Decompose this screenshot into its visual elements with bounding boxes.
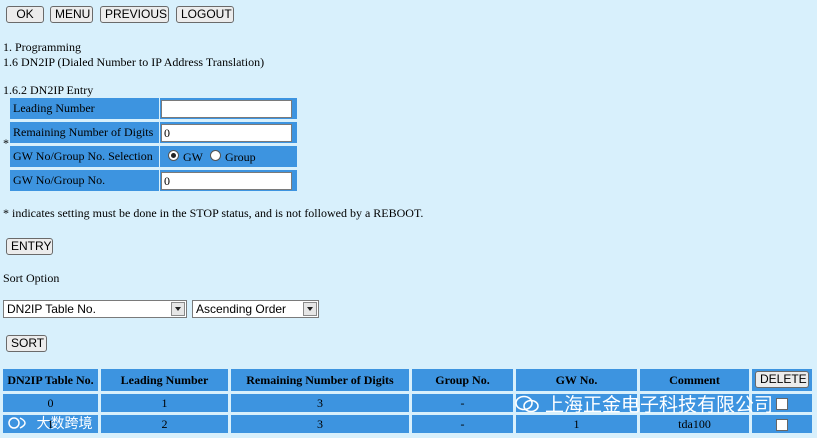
header-group-no: Group No. [412,369,513,391]
header-leading-number: Leading Number [101,369,228,391]
leading-number-input[interactable] [161,100,292,118]
brand-watermark: 大数跨境 [8,413,92,433]
delete-button[interactable]: DELETE [755,371,809,388]
sort-field-value: DN2IP Table No. [7,302,96,316]
header-gw-no: GW No. [516,369,637,391]
cell-comment: tda100 [640,415,749,433]
delete-checkbox[interactable] [776,398,788,411]
breadcrumb-programming: 1. Programming [3,40,81,54]
delete-checkbox[interactable] [776,419,788,432]
stop-status-note: * indicates setting must be done in the … [3,206,424,220]
sort-option-title: Sort Option [3,271,60,285]
entry-button[interactable]: ENTRY [6,238,53,255]
group-radio[interactable] [210,150,221,161]
remaining-digits-cell: 0 [160,122,297,143]
menu-button[interactable]: MENU [50,6,93,23]
leading-number-label: Leading Number [10,98,159,119]
header-delete-cell: DELETE [752,369,812,391]
gw-group-no-cell: 0 [160,170,297,191]
cell-table-no: 0 [3,394,98,412]
wechat-icon [515,395,539,413]
remaining-digits-input[interactable]: 0 [161,124,292,142]
sort-field-select[interactable]: DN2IP Table No. [3,300,187,318]
chevron-down-icon [171,302,185,316]
cell-leading-number: 2 [101,415,228,433]
chevron-down-icon [303,302,317,316]
header-comment: Comment [640,369,749,391]
gw-group-no-input[interactable]: 0 [161,172,292,190]
brand-watermark-text: 大数跨境 [36,416,93,432]
sort-button[interactable]: SORT [6,335,47,352]
sort-order-select[interactable]: Ascending Order [192,300,319,318]
cell-remaining-digits: 3 [231,394,409,412]
section-title: 1.6.2 DN2IP Entry [3,83,94,97]
required-mark: * [3,136,9,150]
gw-radio[interactable] [168,150,179,161]
cell-leading-number: 1 [101,394,228,412]
company-watermark: 上海正金电子科技有限公司 [515,390,773,417]
gw-radio-label: GW [183,150,203,164]
group-radio-label: Group [225,150,256,164]
cell-group-no: - [412,415,513,433]
leading-number-cell [160,98,297,119]
cell-delete [752,415,812,433]
company-watermark-text: 上海正金电子科技有限公司 [545,394,774,416]
ok-button[interactable]: OK [6,6,44,23]
cell-group-no: - [412,394,513,412]
selection-label: GW No/Group No. Selection [10,146,159,167]
breadcrumb-dn2ip: 1.6 DN2IP (Dialed Number to IP Address T… [3,55,265,69]
remaining-digits-label: Remaining Number of Digits [10,122,159,143]
cell-remaining-digits: 3 [231,415,409,433]
previous-button[interactable]: PREVIOUS [100,6,169,23]
header-remaining-digits: Remaining Number of Digits [231,369,409,391]
header-table-no: DN2IP Table No. [3,369,98,391]
cell-gw-no: 1 [516,415,637,433]
dn2ip-entry-form: * Leading Number Remaining Number of Dig… [3,98,297,192]
logout-button[interactable]: LOGOUT [176,6,234,23]
selection-cell: GW Group [160,146,297,167]
gw-group-no-label: GW No/Group No. [10,170,159,191]
sort-order-value: Ascending Order [196,302,287,316]
brand-logo-icon [8,415,32,431]
